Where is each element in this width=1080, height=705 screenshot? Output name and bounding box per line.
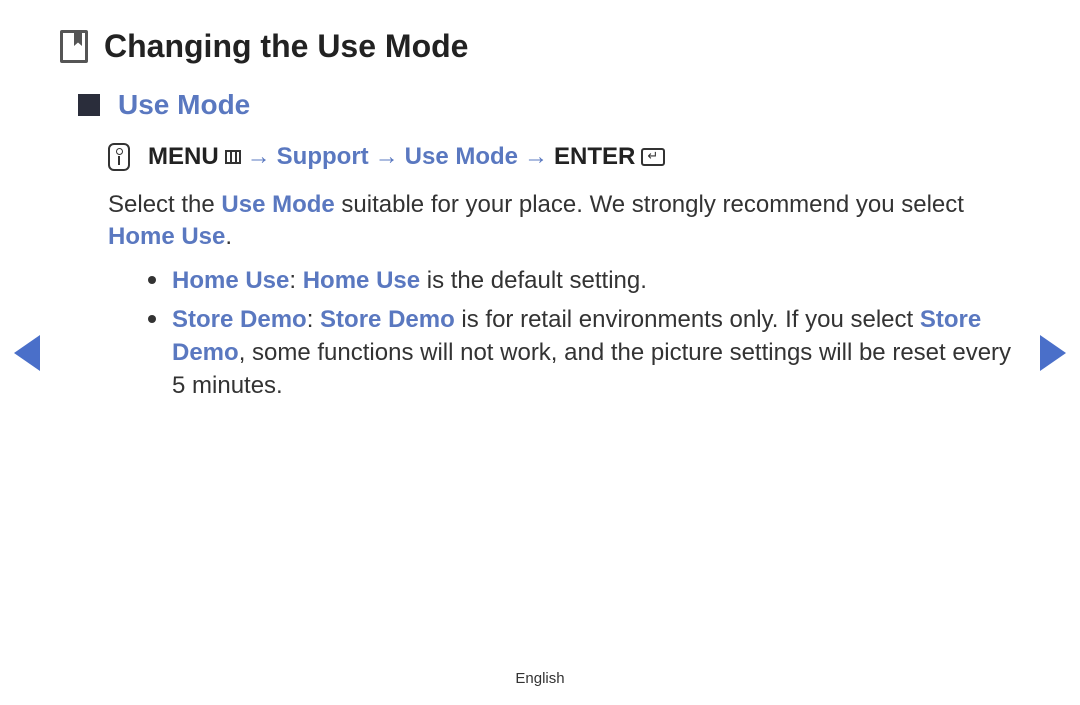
term-homeuse: Home Use: [108, 223, 225, 250]
bullet-dot-icon: [148, 276, 156, 284]
text: , some functions will not work, and the …: [172, 339, 1011, 399]
bookmark-icon: [60, 30, 88, 63]
arrow-sep: →: [375, 143, 399, 171]
path-usemode: Use Mode: [405, 143, 518, 171]
path-support: Support: [277, 143, 369, 171]
arrow-sep: →: [247, 143, 271, 171]
term-storedemo: Store Demo: [172, 306, 307, 333]
bullet-list: Home Use: Home Use is the default settin…: [148, 264, 1020, 402]
page-content: Changing the Use Mode Use Mode MENU → Su…: [0, 0, 1080, 402]
term-usemode: Use Mode: [221, 191, 334, 218]
menu-path: MENU → Support → Use Mode → ENTER: [108, 143, 1020, 171]
prev-page-button[interactable]: [14, 335, 40, 371]
bullet-dot-icon: [148, 315, 156, 323]
arrow-sep: →: [524, 143, 548, 171]
list-item: Store Demo: Store Demo is for retail env…: [148, 303, 1020, 402]
text: :: [289, 267, 302, 294]
term-homeuse: Home Use: [303, 267, 420, 294]
title-row: Changing the Use Mode: [60, 28, 1020, 65]
page-title: Changing the Use Mode: [104, 28, 468, 65]
menu-label: MENU: [148, 143, 219, 171]
next-page-button[interactable]: [1040, 335, 1066, 371]
square-bullet-icon: [78, 94, 100, 116]
text: Select the: [108, 191, 221, 218]
text: :: [307, 306, 320, 333]
list-item: Home Use: Home Use is the default settin…: [148, 264, 1020, 297]
menu-glyph-icon: [225, 150, 241, 164]
text: is for retail environments only. If you …: [455, 306, 920, 333]
term-storedemo: Store Demo: [320, 306, 455, 333]
term-homeuse: Home Use: [172, 267, 289, 294]
enter-label: ENTER: [554, 143, 635, 171]
intro-text: Select the Use Mode suitable for your pl…: [108, 189, 1020, 254]
section-row: Use Mode: [78, 89, 1020, 121]
text: suitable for your place. We strongly rec…: [335, 191, 964, 218]
bullet-text: Home Use: Home Use is the default settin…: [172, 264, 647, 297]
text: is the default setting.: [420, 267, 647, 294]
section-title: Use Mode: [118, 89, 250, 121]
text: .: [225, 223, 232, 250]
enter-glyph-icon: [641, 148, 665, 166]
remote-icon: [108, 143, 130, 171]
bullet-text: Store Demo: Store Demo is for retail env…: [172, 303, 1020, 402]
footer-language: English: [0, 670, 1080, 687]
